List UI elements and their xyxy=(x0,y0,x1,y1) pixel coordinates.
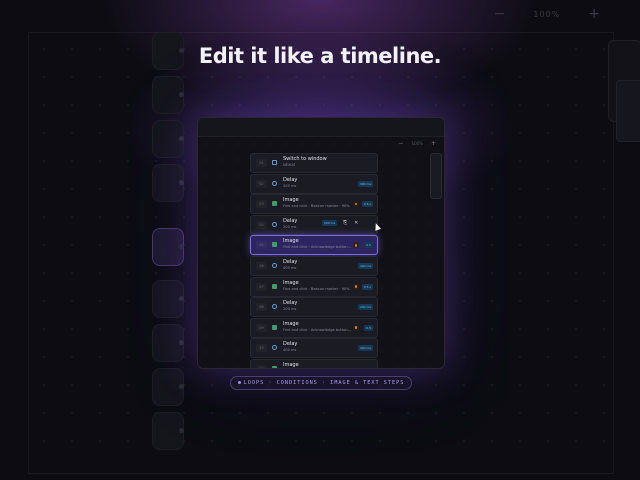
clock-icon xyxy=(272,345,277,351)
ghost-step xyxy=(152,324,184,362)
ghost-step xyxy=(152,280,184,318)
step-number: 11 xyxy=(256,365,267,368)
step-badge: 0.5 xyxy=(364,242,373,249)
step-title: Switch to window xyxy=(283,156,327,162)
step-number: 10 xyxy=(256,344,267,352)
timeline-step[interactable]: 05 Image Find and click · Acknowledge butt… xyxy=(250,235,378,256)
side-panel-handle[interactable] xyxy=(430,153,442,199)
click-target-icon xyxy=(353,242,359,249)
step-badge: 0.5 s xyxy=(361,201,373,208)
click-target-icon xyxy=(353,283,359,290)
caption-text: LOOPS · CONDITIONS · IMAGE & TEXT STEPS xyxy=(243,380,405,386)
step-title: Delay xyxy=(283,176,298,183)
step-subtitle: Find and click · Acknowledge button... xyxy=(283,245,352,250)
zoom-in-button[interactable]: + xyxy=(431,140,436,147)
clock-icon xyxy=(272,180,277,186)
bg-zoom-level: 100% xyxy=(533,9,561,19)
step-number: 07 xyxy=(256,283,267,291)
zoom-level: 100% xyxy=(411,141,423,146)
step-badge: 400 ms xyxy=(357,345,373,352)
image-icon xyxy=(272,324,277,330)
zoom-toolbar: − 100% + xyxy=(399,140,437,147)
step-title: Delay xyxy=(283,259,298,265)
step-title: Delay xyxy=(283,217,298,224)
duration-badge: 200 ms xyxy=(322,219,338,226)
step-number: 03 xyxy=(256,200,267,208)
step-title: Image xyxy=(283,279,299,286)
image-icon xyxy=(272,366,277,368)
timeline-step[interactable]: 01 Switch to window NEXUS xyxy=(250,153,378,173)
window-icon xyxy=(272,160,277,165)
zoom-out-button[interactable]: − xyxy=(399,140,404,147)
step-title: Delay xyxy=(283,341,298,348)
timeline-step[interactable]: 10 Delay 400 ms 400 ms xyxy=(250,338,378,359)
step-subtitle: 200 ms xyxy=(283,307,297,312)
image-icon xyxy=(272,283,277,289)
step-badge: 300 ms xyxy=(357,180,373,187)
feature-caption: LOOPS · CONDITIONS · IMAGE & TEXT STEPS xyxy=(230,376,412,390)
timeline-step[interactable]: 07 Image Find and click · Beacon marker · … xyxy=(250,276,378,297)
ghost-step xyxy=(152,164,184,202)
step-badge: 0.5 xyxy=(364,324,373,331)
step-number: 04 xyxy=(256,221,267,229)
step-title: Image xyxy=(283,238,299,245)
bg-zoom-out-icon: − xyxy=(493,6,506,22)
clock-icon xyxy=(272,221,277,227)
step-subtitle: Find and click · Beacon marker · 90% xyxy=(283,286,350,291)
image-icon xyxy=(272,242,277,248)
image-icon xyxy=(272,201,277,207)
bg-zoom-in-icon: + xyxy=(588,6,600,22)
step-subtitle: 400 ms xyxy=(283,348,297,353)
timeline-step[interactable]: 06 Delay 400 ms 400 ms xyxy=(250,256,378,276)
step-number: 09 xyxy=(256,324,267,332)
timeline-step[interactable]: 08 Delay 200 ms 200 ms xyxy=(250,297,378,318)
clock-icon xyxy=(272,263,277,268)
step-subtitle: 400 ms xyxy=(283,266,297,270)
step-number: 06 xyxy=(256,262,267,270)
timeline-step[interactable]: 11 Image xyxy=(250,359,378,368)
ghost-step-selected xyxy=(152,228,184,266)
clock-icon xyxy=(272,304,277,310)
background-side-handle xyxy=(616,80,640,142)
step-badge: 400 ms xyxy=(357,263,373,269)
background-zoom-toolbar: − 100% + xyxy=(494,6,600,22)
step-title: Image xyxy=(283,320,299,327)
caption-dot-icon xyxy=(237,381,241,384)
ghost-step xyxy=(152,412,184,450)
timeline-step[interactable]: 03 Image Find and click · Beacon marker · … xyxy=(250,194,378,215)
step-hover-toolbar: 200 ms ⎘ ✕ xyxy=(322,219,359,226)
click-target-icon xyxy=(353,201,359,208)
step-subtitle: 300 ms xyxy=(283,183,297,188)
step-badge: 200 ms xyxy=(357,304,373,311)
ghost-step xyxy=(152,120,184,158)
ghost-step xyxy=(152,76,184,114)
page-headline: Edit it like a timeline. xyxy=(198,44,442,68)
timeline-step[interactable]: 02 Delay 300 ms 300 ms xyxy=(250,173,378,194)
duplicate-icon[interactable]: ⎘ xyxy=(342,220,348,226)
step-subtitle: NEXUS xyxy=(283,163,296,167)
step-title: Image xyxy=(283,197,299,204)
step-number: 05 xyxy=(256,241,267,249)
step-subtitle: 200 ms xyxy=(283,224,297,229)
step-number: 08 xyxy=(256,303,267,311)
step-badge: 0.5 s xyxy=(361,283,373,290)
step-number: 01 xyxy=(256,159,267,167)
ghost-step xyxy=(152,368,184,406)
app-window: − 100% + 01 Switch to window NEXUS 02 Delay 3… xyxy=(197,117,445,369)
delete-icon[interactable]: ✕ xyxy=(353,220,359,226)
step-title: Image xyxy=(283,362,299,368)
window-titlebar xyxy=(198,118,444,137)
step-subtitle: Find and click · Acknowledge button... xyxy=(283,327,352,332)
step-subtitle: Find and click · Beacon marker · 90% xyxy=(283,204,350,209)
timeline-step[interactable]: 09 Image Find and click · Acknowledge butt… xyxy=(250,317,378,338)
click-target-icon xyxy=(353,324,359,331)
step-number: 02 xyxy=(256,180,267,188)
timeline-step[interactable]: 04 Delay 200 ms 200 ms ⎘ ✕ xyxy=(250,214,378,235)
step-title: Delay xyxy=(283,300,298,307)
